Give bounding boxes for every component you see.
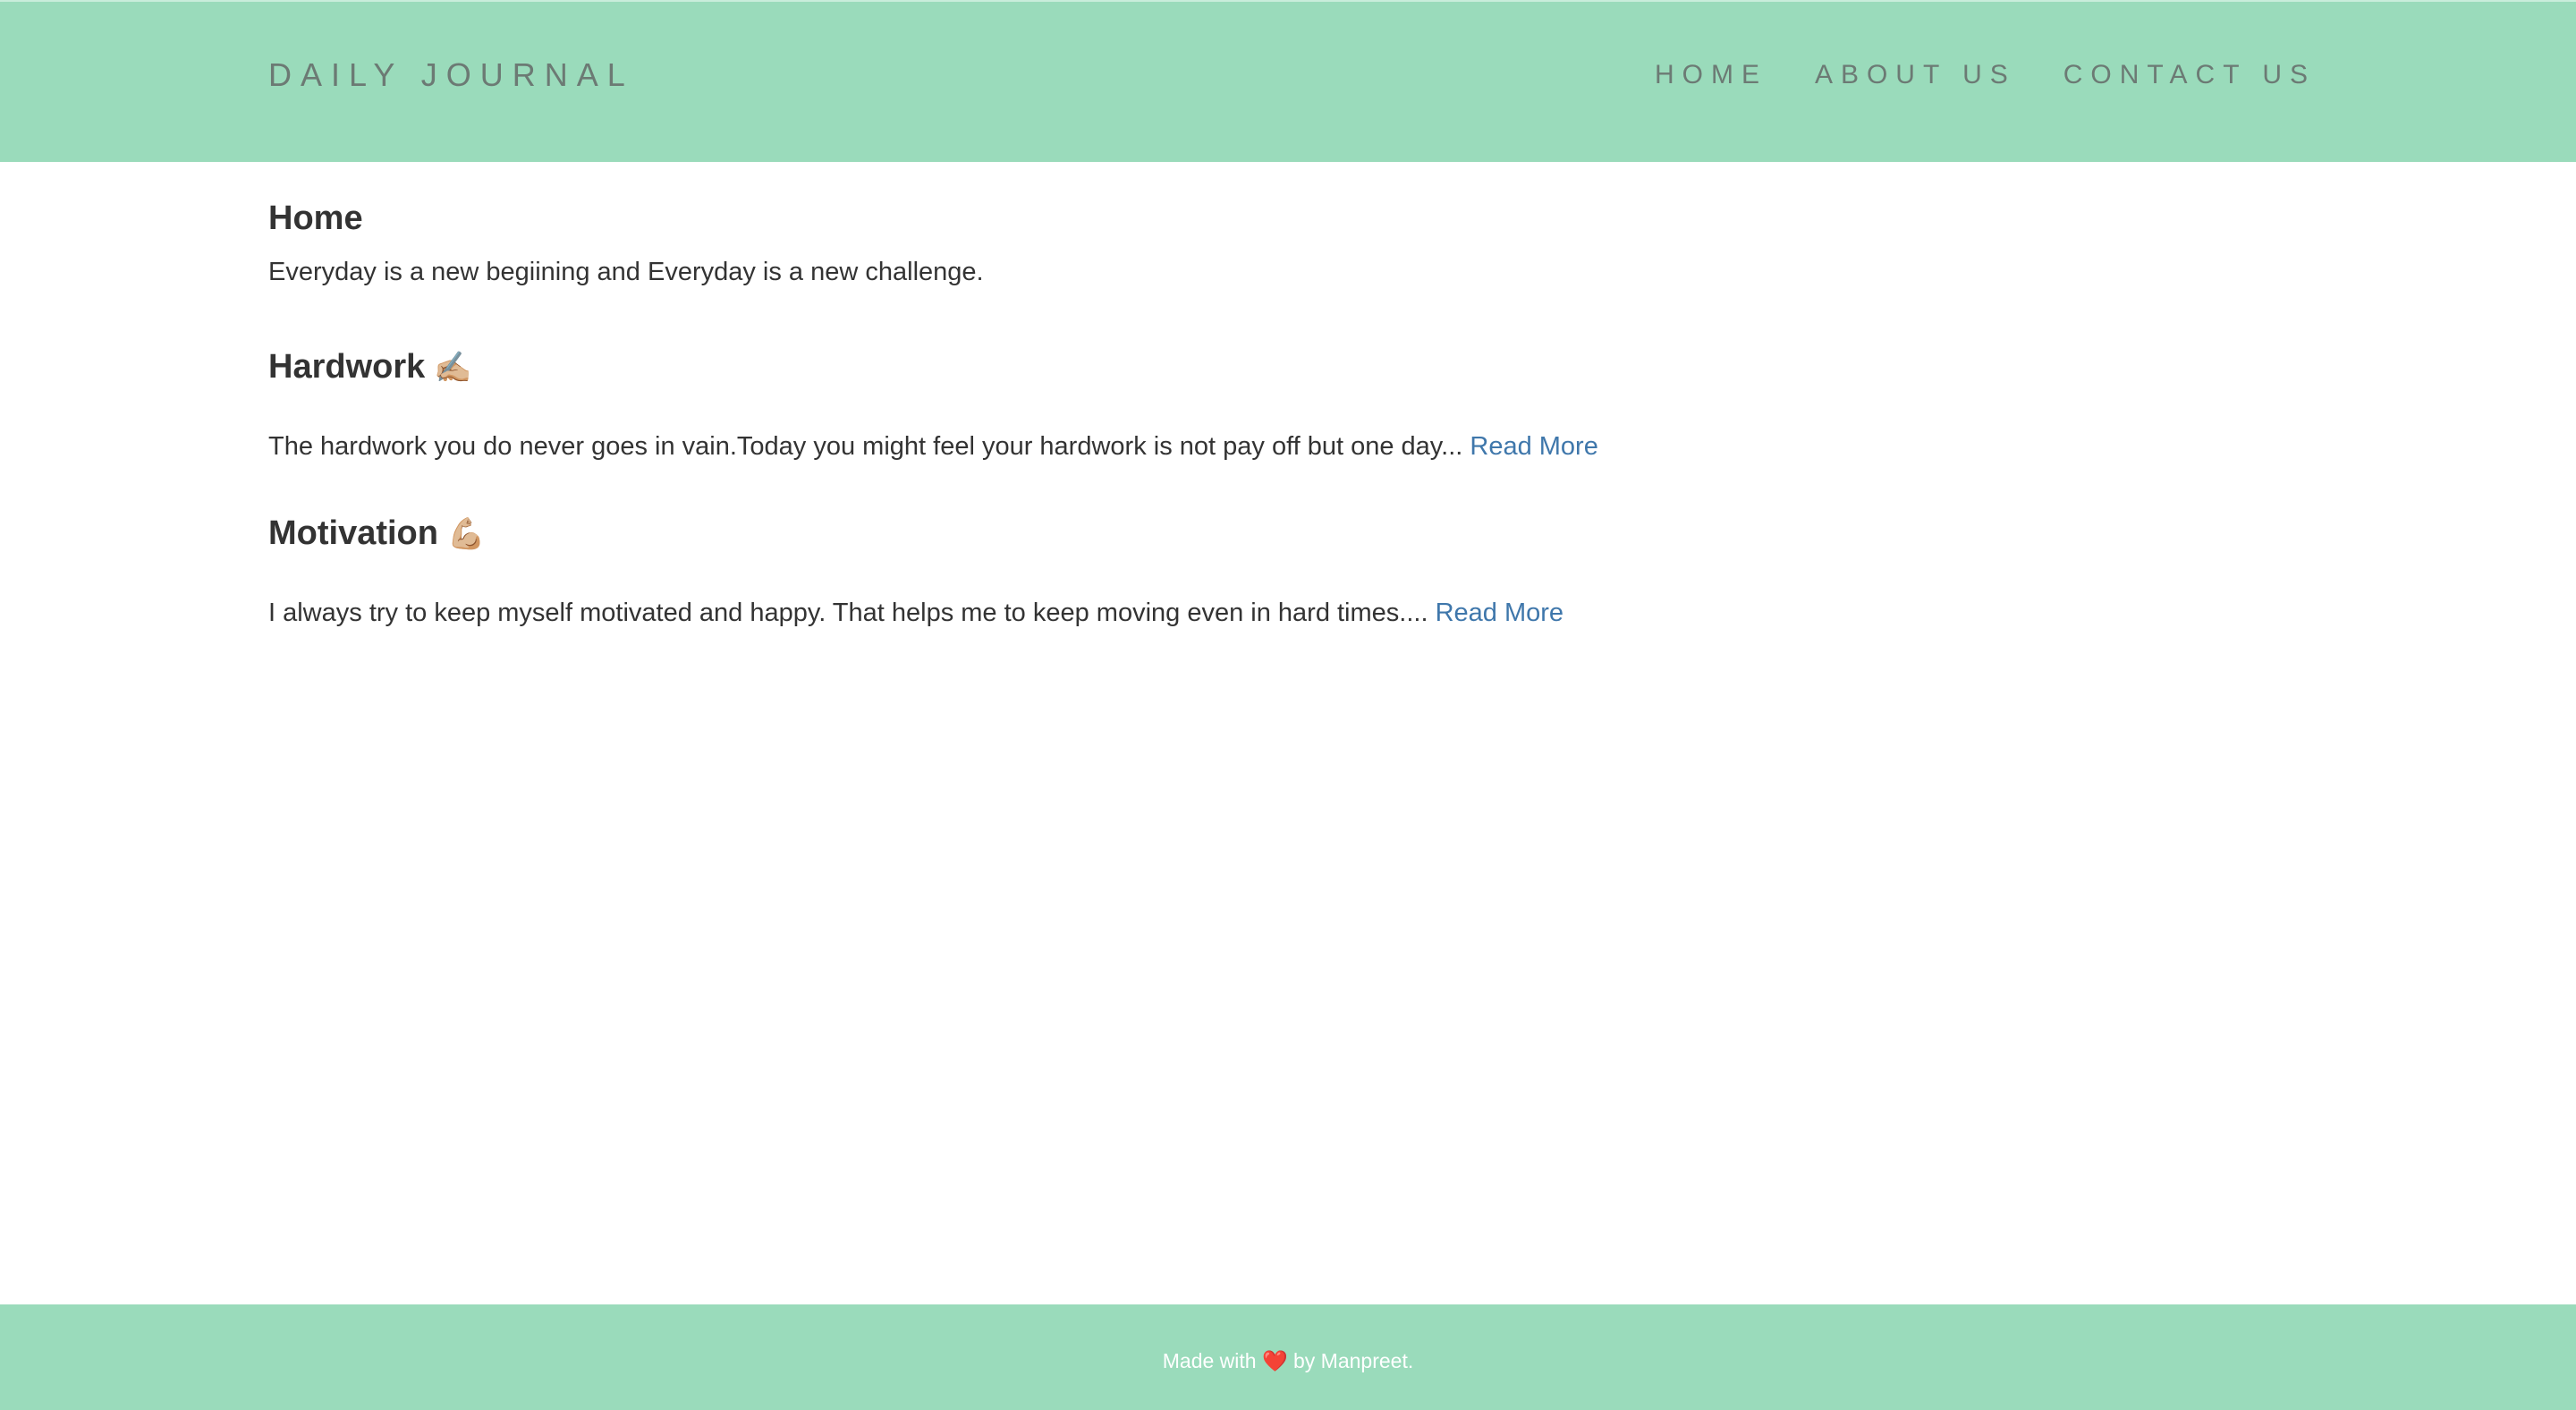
nav-home-link[interactable]: HOME bbox=[1655, 55, 1767, 95]
footer: Made with ❤️ by Manpreet. bbox=[0, 1304, 2576, 1410]
intro-text: Everyday is a new begiining and Everyday… bbox=[268, 258, 984, 286]
nav-contact-us-link[interactable]: CONTACT US bbox=[2063, 55, 2316, 95]
footer-prefix: Made with bbox=[1162, 1349, 1262, 1372]
read-more-motivation-link[interactable]: Read More bbox=[1436, 599, 1563, 627]
post-excerpt-text: The hardwork you do never goes in vain.T… bbox=[268, 432, 1470, 461]
post-excerpt-motivation: I always try to keep myself motivated an… bbox=[268, 595, 1563, 631]
footer-credit: Made with ❤️ by Manpreet. bbox=[0, 1346, 2576, 1376]
writing-hand-icon: ✍🏼 bbox=[434, 350, 472, 386]
navbar: DAILY JOURNAL HOME ABOUT US CONTACT US bbox=[0, 0, 2576, 162]
post-title-hardwork: Hardwork ✍🏼 bbox=[268, 344, 472, 390]
post-excerpt-text: I always try to keep myself motivated an… bbox=[268, 599, 1436, 627]
brand-logo-link[interactable]: DAILY JOURNAL bbox=[268, 55, 634, 95]
heart-icon: ❤️ bbox=[1261, 1350, 1288, 1373]
post-title-text: Motivation bbox=[268, 514, 438, 552]
flexed-biceps-icon: 💪🏼 bbox=[446, 516, 486, 552]
read-more-hardwork-link[interactable]: Read More bbox=[1470, 432, 1597, 461]
post-title-motivation: Motivation 💪🏼 bbox=[268, 511, 485, 556]
post-excerpt-hardwork: The hardwork you do never goes in vain.T… bbox=[268, 429, 1598, 464]
post-title-text: Hardwork bbox=[268, 348, 426, 386]
footer-suffix: by Manpreet. bbox=[1287, 1349, 1414, 1372]
nav-menu: HOME ABOUT US CONTACT US bbox=[1655, 55, 2308, 95]
page-title: Home bbox=[268, 200, 363, 237]
nav-about-us-link[interactable]: ABOUT US bbox=[1815, 55, 2016, 95]
